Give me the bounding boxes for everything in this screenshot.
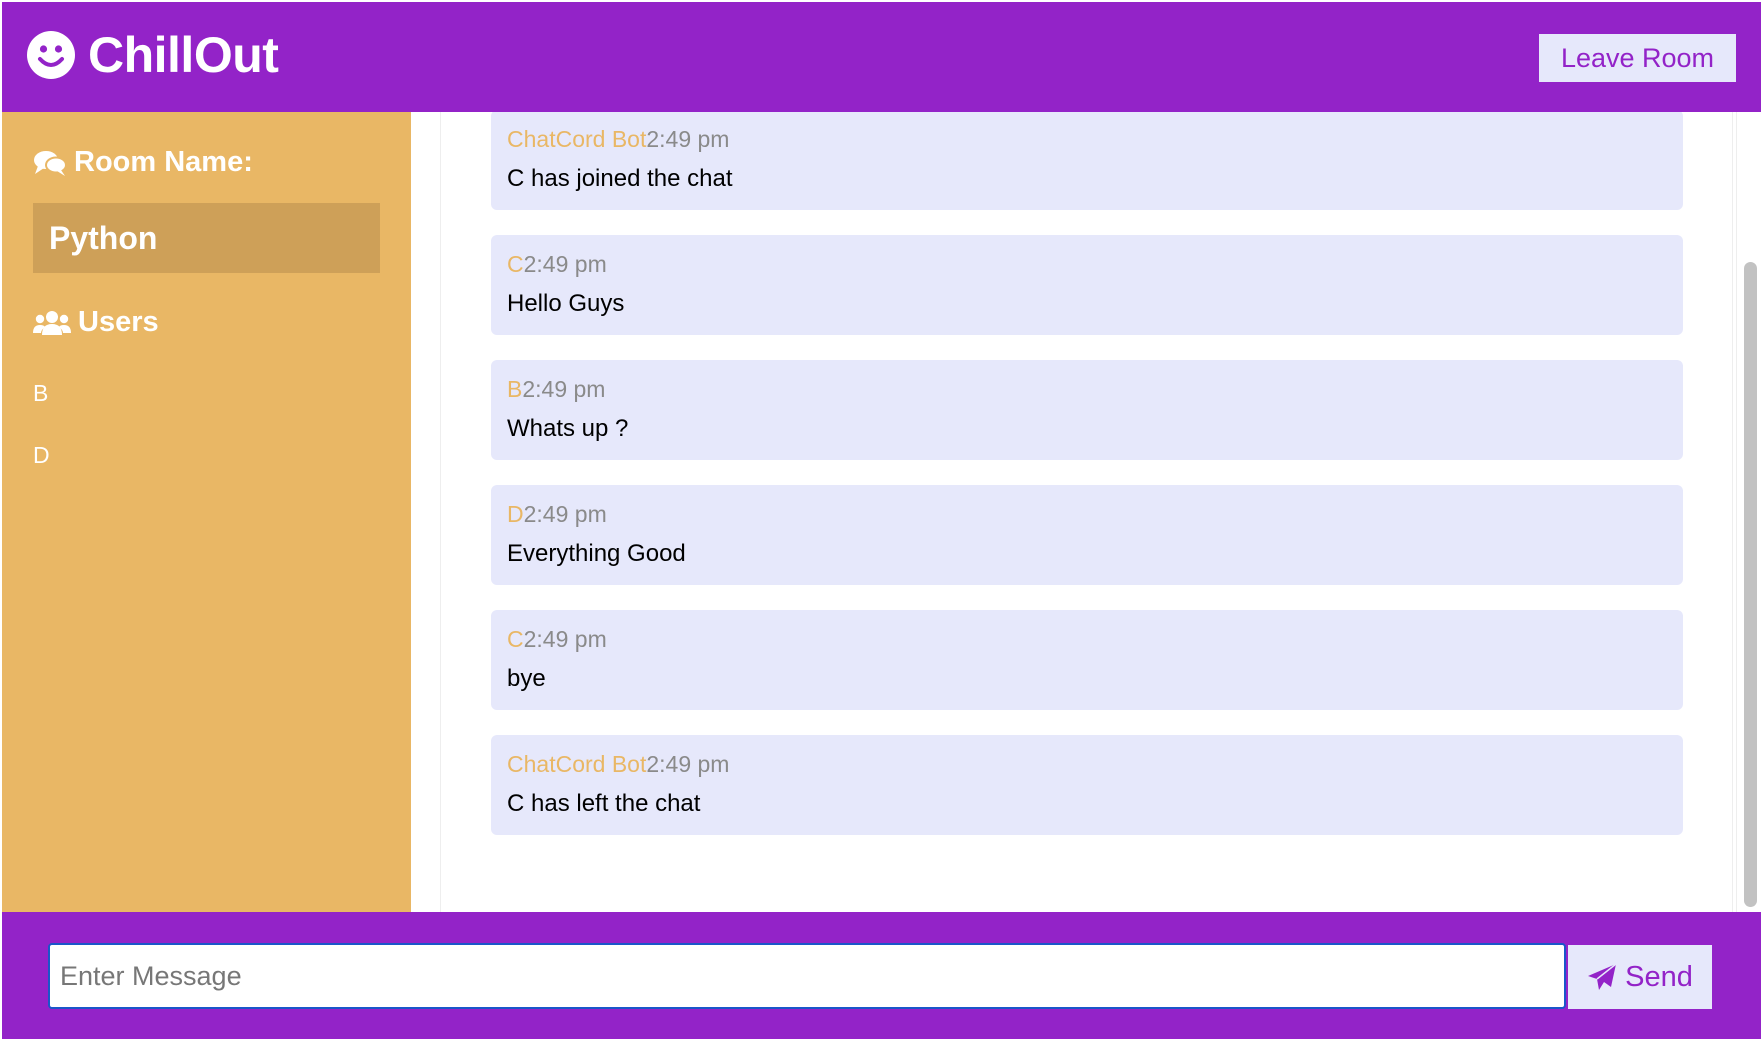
message-author: C <box>507 626 524 652</box>
app-name: ChillOut <box>88 27 279 83</box>
message-author: D <box>507 501 524 527</box>
users-heading-label: Users <box>78 306 159 338</box>
room-name: Python <box>33 203 380 273</box>
message-text: Everything Good <box>507 540 686 567</box>
message-composer: Send <box>2 912 1761 1039</box>
paper-plane-icon <box>1588 963 1617 990</box>
message: D2:49 pm Everything Good <box>491 485 1683 585</box>
sidebar: Room Name: Python Users B D <box>2 112 411 912</box>
message-meta: C2:49 pm <box>507 624 1667 654</box>
smiley-icon <box>27 31 75 79</box>
message-time: 2:49 pm <box>646 126 730 152</box>
comments-icon <box>34 150 67 176</box>
message-text: Hello Guys <box>507 290 625 317</box>
message-time: 2:49 pm <box>523 626 607 652</box>
message-meta: ChatCord Bot2:49 pm <box>507 749 1667 779</box>
message-author: ChatCord Bot <box>507 126 647 152</box>
message: C2:49 pm Hello Guys <box>491 235 1683 335</box>
send-button-label: Send <box>1625 960 1693 993</box>
message-author: B <box>507 376 523 402</box>
message-meta: C2:49 pm <box>507 249 1667 279</box>
message: C2:49 pm bye <box>491 610 1683 710</box>
message-time: 2:49 pm <box>523 251 607 277</box>
message-author: ChatCord Bot <box>507 751 647 777</box>
scrollbar-thumb[interactable] <box>1744 262 1757 907</box>
message-text: C has joined the chat <box>507 165 733 192</box>
message-text: Whats up ? <box>507 415 629 442</box>
message-input[interactable] <box>48 943 1566 1009</box>
user-list: B D <box>33 378 50 502</box>
message: ChatCord Bot2:49 pm C has joined the cha… <box>491 112 1683 210</box>
chat-app: ChillOut Leave Room Room Name: Python Us… <box>0 0 1763 1041</box>
message-meta: D2:49 pm <box>507 499 1667 529</box>
message-time: 2:49 pm <box>523 501 607 527</box>
room-name-heading: Room Name: <box>33 146 253 179</box>
message: ChatCord Bot2:49 pm C has left the chat <box>491 735 1683 835</box>
message-time: 2:49 pm <box>522 376 606 402</box>
message-text: C has left the chat <box>507 790 701 817</box>
message-meta: B2:49 pm <box>507 374 1667 404</box>
send-button[interactable]: Send <box>1568 945 1712 1009</box>
room-name-heading-label: Room Name: <box>74 146 253 178</box>
app-logo: ChillOut <box>26 27 279 83</box>
message-time: 2:49 pm <box>646 751 730 777</box>
user-item: B <box>33 380 49 406</box>
message-meta: ChatCord Bot2:49 pm <box>507 124 1667 154</box>
users-heading: Users <box>33 306 159 339</box>
user-item: D <box>33 442 50 468</box>
message-text: bye <box>507 665 546 692</box>
app-header: ChillOut Leave Room <box>2 2 1761 112</box>
leave-room-button[interactable]: Leave Room <box>1539 34 1736 82</box>
chat-messages-panel: ChatCord Bot2:49 pm C has joined the cha… <box>440 112 1733 912</box>
chat-messages-area[interactable]: ChatCord Bot2:49 pm C has joined the cha… <box>411 112 1761 912</box>
message-author: C <box>507 251 524 277</box>
chat-scrollbar[interactable] <box>1736 112 1761 912</box>
users-icon <box>33 310 71 335</box>
message: B2:49 pm Whats up ? <box>491 360 1683 460</box>
app-frame: ChillOut Leave Room Room Name: Python Us… <box>2 2 1761 1039</box>
